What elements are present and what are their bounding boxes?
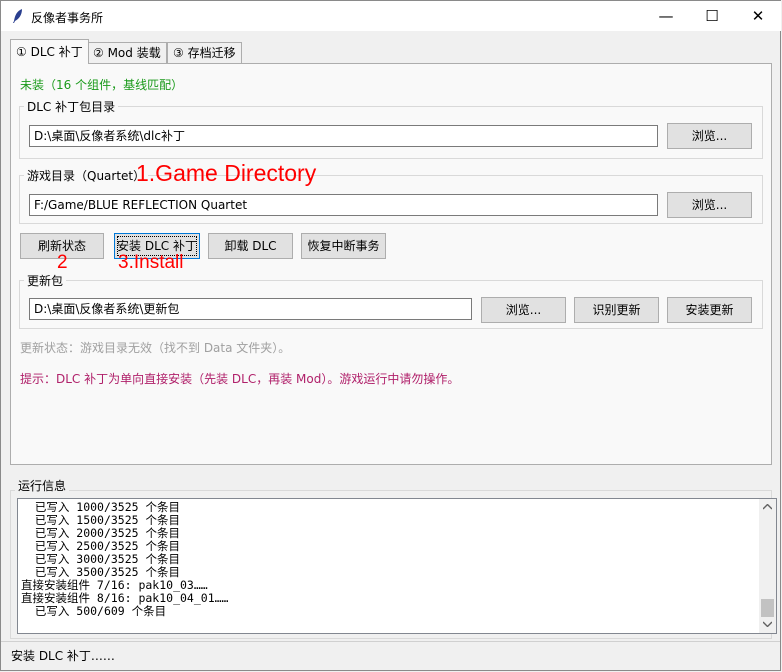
annotation-game-directory: 1.Game Directory [136, 160, 317, 186]
scrollbar-thumb[interactable] [761, 599, 774, 617]
install-update-button[interactable]: 安装更新 [667, 297, 752, 323]
identify-update-button[interactable]: 识别更新 [574, 297, 659, 323]
log-text-area[interactable]: 已写入 1000/3525 个条目 已写入 1500/3525 个条目 已写入 … [17, 498, 777, 634]
minimize-button[interactable]: — [643, 1, 689, 31]
log-scrollbar[interactable] [759, 499, 776, 633]
restore-transaction-button[interactable]: 恢复中断事务 [301, 233, 386, 259]
title-bar: 反像者事务所 — ☐ ✕ [1, 1, 781, 31]
patch-dir-input[interactable]: D:\桌面\反像者系统\dlc补丁 [29, 125, 658, 147]
log-label: 运行信息 [15, 477, 70, 494]
hint-text: 提示：DLC 补丁为单向直接安装（先装 DLC，再装 Mod）。游戏运行中请勿操… [20, 372, 460, 386]
scroll-up-icon[interactable] [763, 504, 772, 510]
update-label: 更新包 [24, 272, 67, 289]
statusbar-divider [1, 641, 780, 642]
log-line: 已写入 500/609 个条目 [21, 604, 167, 618]
close-icon: ✕ [751, 7, 765, 25]
app-window: 反像者事务所 — ☐ ✕ ① DLC 补丁 ② Mod 装载 ③ 存档迁移 未装… [0, 0, 781, 671]
game-dir-browse-button[interactable]: 浏览... [667, 192, 752, 218]
update-path-input[interactable]: D:\桌面\反像者系统\更新包 [29, 298, 472, 320]
minimize-icon: — [658, 7, 674, 25]
scroll-down-icon[interactable] [763, 621, 772, 627]
close-button[interactable]: ✕ [735, 1, 781, 31]
patch-dir-browse-button[interactable]: 浏览... [667, 123, 752, 149]
update-browse-button[interactable]: 浏览... [481, 297, 566, 323]
window-title: 反像者事务所 [31, 11, 104, 25]
uninstall-dlc-button[interactable]: 卸载 DLC [208, 233, 293, 259]
tab-mod-loading[interactable]: ② Mod 装载 [87, 42, 167, 63]
feather-icon [13, 9, 22, 23]
update-status: 更新状态：游戏目录无效（找不到 Data 文件夹）。 [20, 341, 291, 355]
game-dir-label: 游戏目录（Quartet） [24, 167, 149, 184]
annotation-install: 3.Install [118, 252, 184, 273]
annotation-step-2: 2 [57, 252, 68, 273]
tab-dlc-patch[interactable]: ① DLC 补丁 [10, 39, 89, 64]
maximize-button[interactable]: ☐ [689, 1, 735, 31]
maximize-icon: ☐ [705, 7, 719, 25]
patch-dir-label: DLC 补丁包目录 [24, 98, 119, 115]
tab-save-migration[interactable]: ③ 存档迁移 [167, 42, 242, 63]
install-status: 未装（16 个组件，基线匹配） [20, 78, 184, 92]
status-bar-text: 安装 DLC 补丁…… [11, 649, 115, 663]
game-dir-input[interactable]: F:/Game/BLUE REFLECTION Quartet [29, 194, 658, 216]
